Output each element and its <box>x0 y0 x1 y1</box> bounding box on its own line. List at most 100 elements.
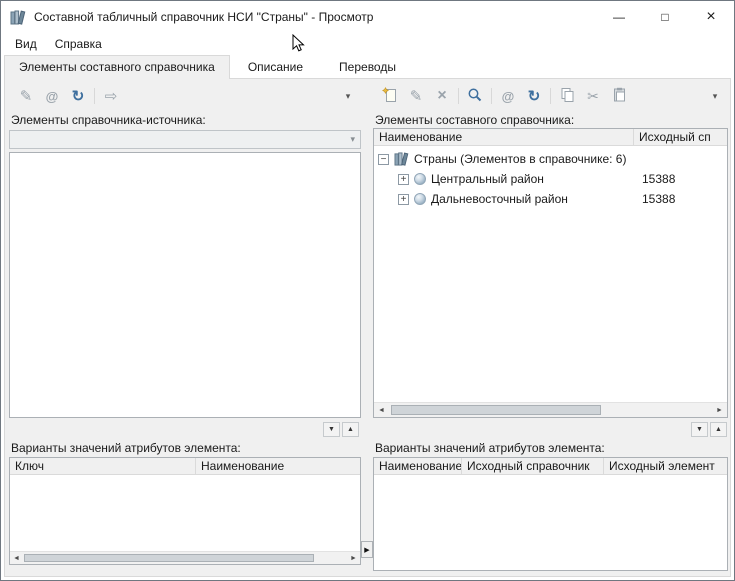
tree-row-root[interactable]: − Страны (Элементов в справочнике: 6) <box>374 149 727 169</box>
add-element-button[interactable] <box>377 85 403 107</box>
menubar: Вид Справка <box>1 33 734 55</box>
move-up-button[interactable]: ▲ <box>342 422 359 437</box>
element-sphere-icon <box>414 193 426 205</box>
toolbar-separator <box>491 88 492 104</box>
composite-elements-label: Элементы составного справочника: <box>375 113 574 127</box>
move-down-button[interactable]: ▼ <box>323 422 340 437</box>
close-button[interactable]: × <box>688 1 734 33</box>
delete-element-button[interactable]: × <box>429 85 455 107</box>
left-attributes-label: Варианты значений атрибутов элемента: <box>11 441 241 455</box>
refresh-icon: ↻ <box>528 87 541 105</box>
tree-item-label: Центральный район <box>431 172 544 186</box>
left-move-buttons: ▼ ▲ <box>323 422 359 437</box>
composite-elements-tree[interactable]: − Страны (Элементов в справочнике: 6) <box>374 146 727 402</box>
left-attributes-body[interactable] <box>10 475 360 551</box>
left-attributes-grid: Ключ Наименование ◄ ► <box>9 457 361 565</box>
chevron-down-icon: ▾ <box>713 91 718 102</box>
mouse-cursor <box>292 34 305 56</box>
left-attributes-header: Ключ Наименование <box>10 458 360 475</box>
copy-icon <box>560 87 575 105</box>
tab-strip: Элементы составного справочника Описание… <box>4 55 731 78</box>
toolbar-separator <box>550 88 551 104</box>
move-to-composite-button[interactable]: ⇨ <box>98 85 124 107</box>
column-header-key[interactable]: Ключ <box>10 458 196 474</box>
books-app-icon <box>10 10 26 25</box>
pencil-icon: ✎ <box>410 87 423 105</box>
right-attributes-body[interactable] <box>374 475 727 570</box>
tab-elements[interactable]: Элементы составного справочника <box>4 55 230 79</box>
splitter-expand-button[interactable]: ▶ <box>361 541 373 558</box>
app-window: Составной табличный справочник НСИ "Стра… <box>0 0 735 581</box>
refresh-button[interactable]: ↻ <box>521 85 547 107</box>
move-down-button[interactable]: ▼ <box>691 422 708 437</box>
forward-arrow-icon: ⇨ <box>105 87 118 105</box>
tree-horizontal-scrollbar: ◄ ► <box>374 402 727 417</box>
refresh-all-button[interactable]: @ <box>39 85 65 107</box>
column-header-name[interactable]: Наименование <box>196 458 360 474</box>
delete-icon: × <box>437 87 446 105</box>
composite-elements-grid: Наименование Исходный сп − <box>373 128 728 418</box>
copy-button[interactable] <box>554 85 580 107</box>
expand-toggle-icon[interactable]: + <box>398 194 409 205</box>
new-item-icon <box>382 87 398 106</box>
chevron-down-icon: ▾ <box>346 91 351 102</box>
collapse-toggle-icon[interactable]: − <box>378 154 389 165</box>
menu-view[interactable]: Вид <box>6 34 46 54</box>
refresh-icon: ↻ <box>72 87 85 105</box>
edit-element-button[interactable]: ✎ <box>403 85 429 107</box>
column-header-name[interactable]: Наименование <box>374 129 634 145</box>
right-toolbar: ✎ × @ <box>373 84 728 108</box>
tree-row[interactable]: + Дальневосточный район 15388 <box>374 189 727 209</box>
window-controls: — □ × <box>596 1 734 33</box>
composite-elements-header: Наименование Исходный сп <box>374 129 727 146</box>
scroll-left-button[interactable]: ◄ <box>10 552 23 564</box>
tab-translations[interactable]: Переводы <box>321 56 414 78</box>
tab-description[interactable]: Описание <box>230 56 321 78</box>
refresh-all-icon: @ <box>46 89 59 104</box>
left-pane: ✎ @ ↻ ⇨ ▾ Элементы справочника-источника… <box>9 84 361 573</box>
source-elements-label: Элементы справочника-источника: <box>11 113 206 127</box>
scroll-right-button[interactable]: ► <box>347 552 360 564</box>
element-sphere-icon <box>414 173 426 185</box>
scissors-icon: ✂ <box>587 88 599 105</box>
tree-item-label: Дальневосточный район <box>431 192 568 206</box>
source-combobox[interactable]: ▾ <box>9 130 361 149</box>
chevron-down-icon: ▾ <box>350 134 355 145</box>
expand-toggle-icon[interactable]: + <box>398 174 409 185</box>
scrollbar-thumb[interactable] <box>24 554 314 562</box>
pencil-icon: ✎ <box>20 87 33 105</box>
source-elements-list[interactable] <box>9 152 361 418</box>
toolbar-separator <box>458 88 459 104</box>
left-horizontal-scrollbar: ◄ ► <box>10 551 360 564</box>
edit-source-element-button[interactable]: ✎ <box>13 85 39 107</box>
column-header-source-dictionary[interactable]: Исходный справочник <box>462 458 604 474</box>
scroll-left-button[interactable]: ◄ <box>374 403 389 417</box>
column-header-name[interactable]: Наименование <box>374 458 462 474</box>
scrollbar-thumb[interactable] <box>391 405 601 415</box>
books-directory-icon <box>394 152 409 166</box>
window-title: Составной табличный справочник НСИ "Стра… <box>34 10 373 24</box>
tree-root-label: Страны (Элементов в справочнике: 6) <box>414 152 626 166</box>
maximize-button[interactable]: □ <box>642 1 688 33</box>
right-attributes-header: Наименование Исходный справочник Исходны… <box>374 458 727 475</box>
right-pane: ✎ × @ <box>373 84 728 573</box>
tree-row[interactable]: + Центральный район 15388 <box>374 169 727 189</box>
right-attributes-label: Варианты значений атрибутов элемента: <box>375 441 605 455</box>
refresh-all-button[interactable]: @ <box>495 85 521 107</box>
column-header-source-dict[interactable]: Исходный сп <box>634 129 727 145</box>
cut-button[interactable]: ✂ <box>580 85 606 107</box>
right-move-buttons: ▼ ▲ <box>691 422 727 437</box>
refresh-all-icon: @ <box>502 89 515 104</box>
search-icon <box>467 87 483 106</box>
paste-button[interactable] <box>606 85 632 107</box>
refresh-button[interactable]: ↻ <box>65 85 91 107</box>
menu-help[interactable]: Справка <box>46 34 111 54</box>
search-button[interactable] <box>462 85 488 107</box>
paste-icon <box>612 87 627 105</box>
left-toolbar-overflow-button[interactable]: ▾ <box>335 85 361 107</box>
column-header-source-element[interactable]: Исходный элемент <box>604 458 727 474</box>
scroll-right-button[interactable]: ► <box>712 403 727 417</box>
right-toolbar-overflow-button[interactable]: ▾ <box>702 85 728 107</box>
move-up-button[interactable]: ▲ <box>710 422 727 437</box>
minimize-button[interactable]: — <box>596 1 642 33</box>
